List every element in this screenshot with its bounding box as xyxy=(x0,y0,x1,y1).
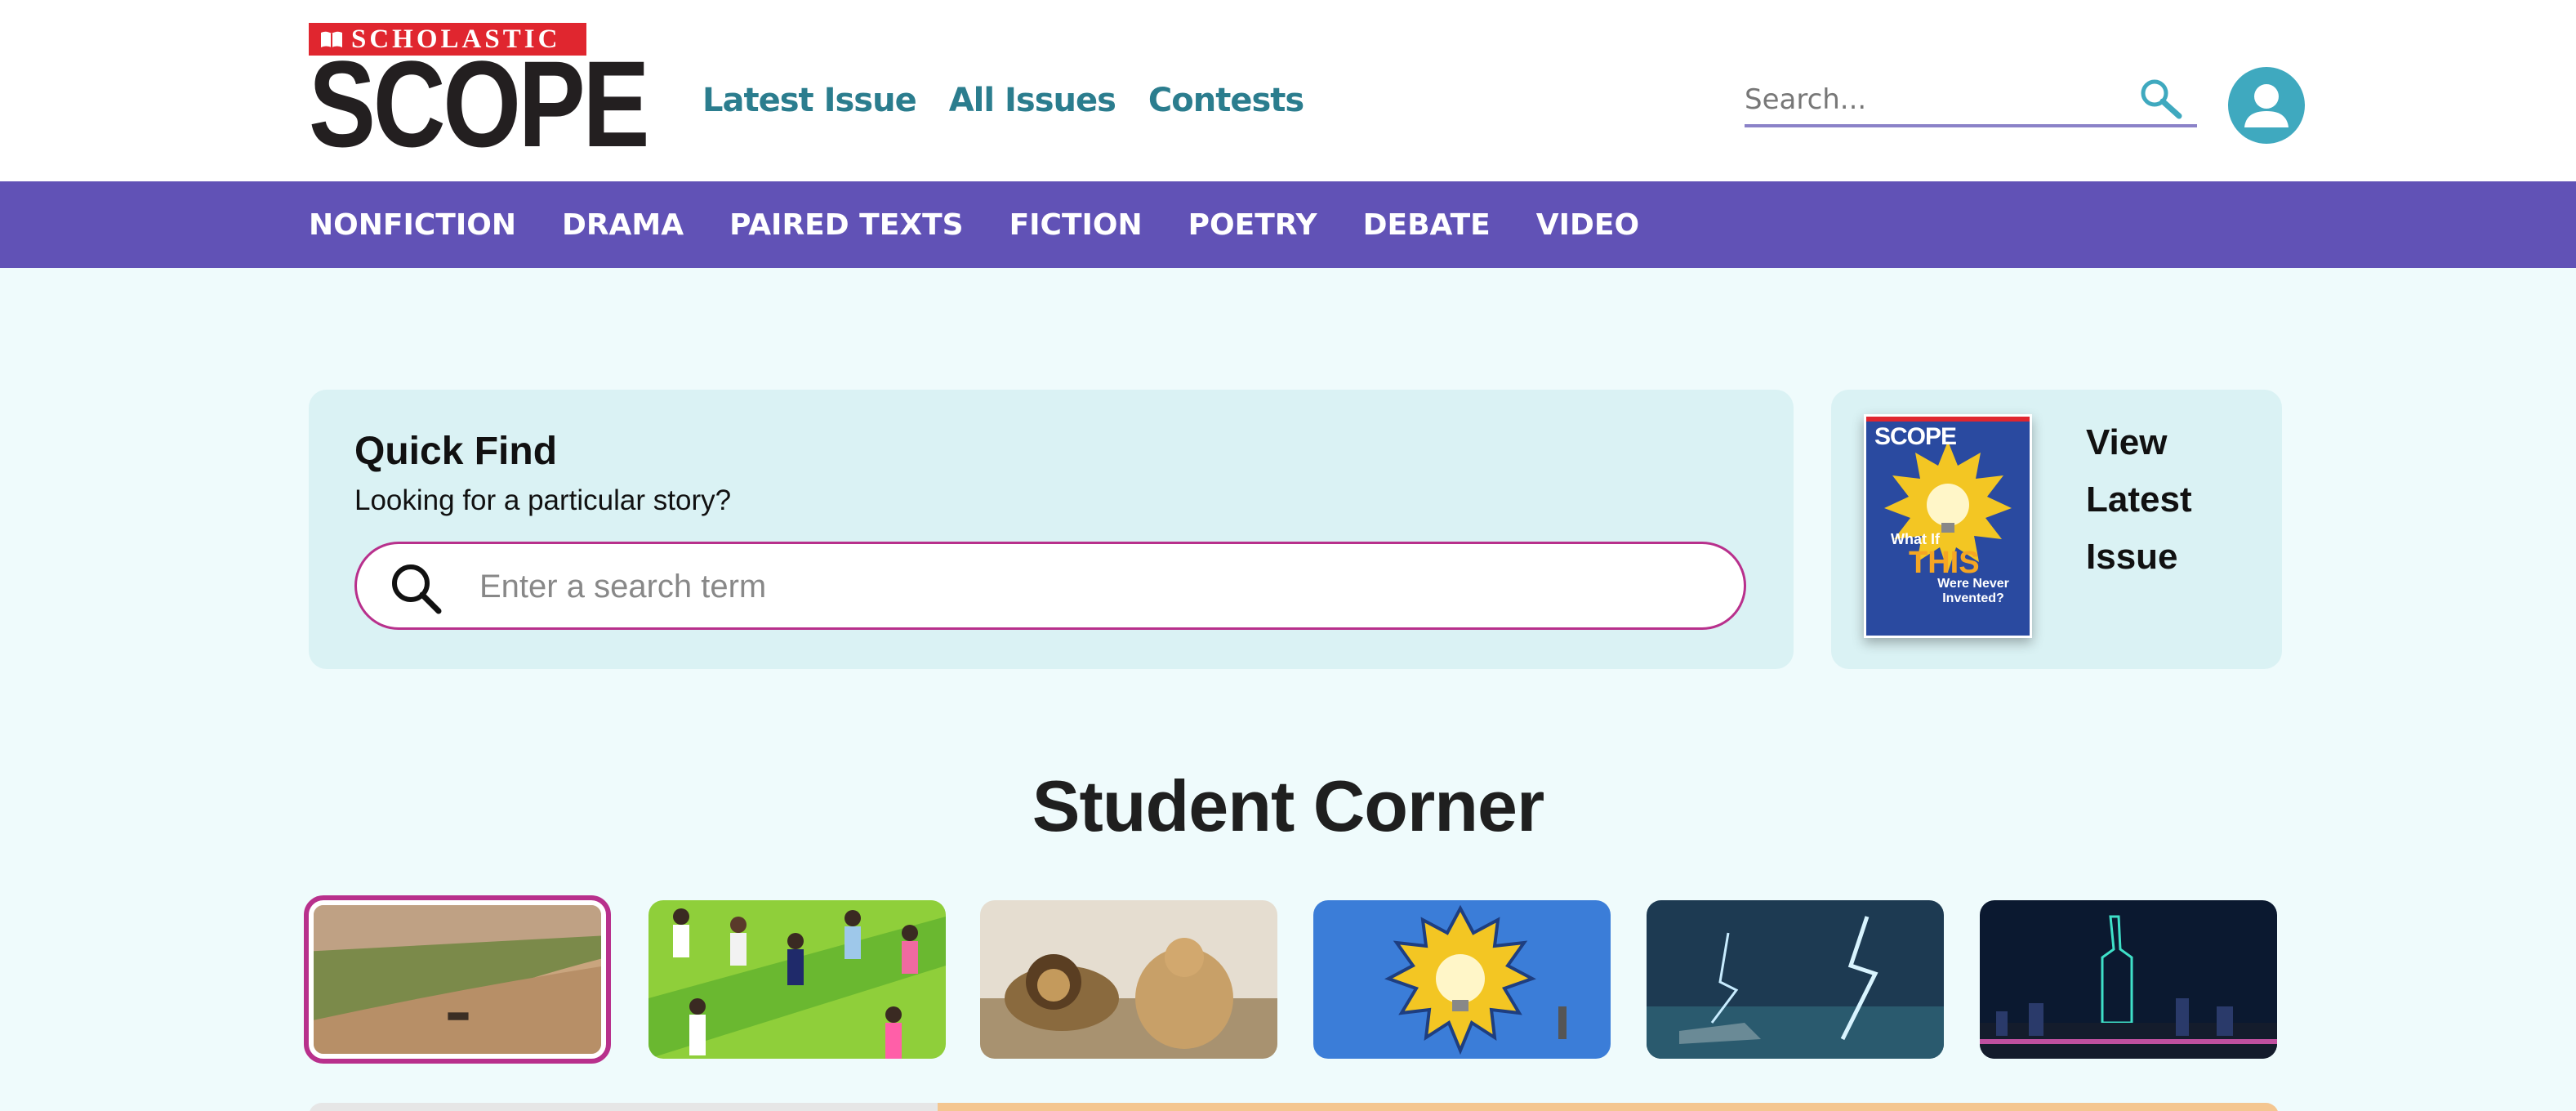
scholastic-scope-logo[interactable]: SCHOLASTIC SCOPE xyxy=(309,23,650,165)
storm-lightning-image xyxy=(1647,900,1944,1059)
account-button[interactable] xyxy=(2228,67,2305,144)
category-video[interactable]: VIDEO xyxy=(1536,208,1639,242)
student-corner-title: Student Corner xyxy=(1032,765,1544,846)
quick-find-panel: Quick Find Looking for a particular stor… xyxy=(309,390,1794,669)
category-drama[interactable]: DRAMA xyxy=(562,208,684,242)
top-navigation: Latest Issue All Issues Contests xyxy=(702,82,1304,119)
latest-issue-card[interactable]: SCOPE What If THIS Were Never Invented? … xyxy=(1831,390,2282,669)
river-boat-image xyxy=(314,905,601,1054)
category-navigation: NONFICTION DRAMA PAIRED TEXTS FICTION PO… xyxy=(0,181,2576,268)
header-search xyxy=(1745,74,2197,127)
logo-main-text: SCOPE xyxy=(309,35,650,172)
user-icon xyxy=(2244,84,2289,127)
content-strip xyxy=(309,1103,2279,1111)
view-latest-issue-link[interactable]: View Latest Issue xyxy=(2086,414,2249,586)
lions-thumbnail[interactable] xyxy=(980,900,1277,1059)
cover-headline-3: Were Never Invented? xyxy=(1937,577,2009,605)
lions-image xyxy=(980,900,1277,1059)
nav-contests[interactable]: Contests xyxy=(1148,82,1304,119)
site-header: SCHOLASTIC SCOPE Latest Issue All Issues… xyxy=(0,0,2576,181)
issue-cover-image[interactable]: SCOPE What If THIS Were Never Invented? xyxy=(1864,414,2032,638)
lightbulb-thumbnail[interactable] xyxy=(1313,900,1611,1059)
river-boat-thumbnail[interactable] xyxy=(304,895,611,1064)
category-nonfiction[interactable]: NONFICTION xyxy=(309,208,516,242)
lightbulb-image xyxy=(1313,900,1611,1059)
nav-latest-issue[interactable]: Latest Issue xyxy=(702,82,917,119)
category-debate[interactable]: DEBATE xyxy=(1363,208,1491,242)
search-icon[interactable] xyxy=(386,559,445,618)
header-search-input[interactable] xyxy=(1745,77,2112,123)
cover-masthead: SCOPE xyxy=(1874,423,1957,450)
city-drone-show-image xyxy=(1980,900,2277,1059)
category-poetry[interactable]: POETRY xyxy=(1188,208,1317,242)
cover-headline-2: THIS xyxy=(1909,546,1980,580)
category-paired-texts[interactable]: PAIRED TEXTS xyxy=(729,208,963,242)
search-icon[interactable] xyxy=(2135,75,2184,124)
category-fiction[interactable]: FICTION xyxy=(1009,208,1143,242)
quick-find-search-box xyxy=(354,542,1746,630)
quick-find-title: Quick Find xyxy=(354,430,558,473)
storm-lightning-thumbnail[interactable] xyxy=(1647,900,1944,1059)
nav-all-issues[interactable]: All Issues xyxy=(949,82,1116,119)
city-drone-show-thumbnail[interactable] xyxy=(1980,900,2277,1059)
soccer-players-thumbnail[interactable] xyxy=(648,900,946,1059)
quick-find-search-input[interactable] xyxy=(479,560,1705,613)
quick-find-subtitle: Looking for a particular story? xyxy=(354,484,732,516)
soccer-players-image xyxy=(648,900,946,1059)
